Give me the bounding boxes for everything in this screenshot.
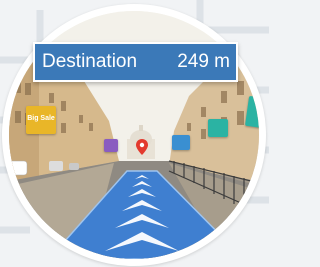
sale-sign-icon[interactable]: Big Sale	[26, 106, 56, 134]
cafe-icon[interactable]	[104, 139, 118, 152]
location-pin-icon[interactable]	[136, 139, 148, 155]
sale-sign-text: Big Sale	[27, 115, 55, 122]
store-icon[interactable]	[208, 119, 228, 137]
destination-banner: Destination 249 m	[33, 42, 238, 82]
destination-label: Destination	[42, 51, 138, 72]
distance-value: 249 m	[177, 51, 230, 72]
shop-icon[interactable]	[172, 135, 190, 150]
